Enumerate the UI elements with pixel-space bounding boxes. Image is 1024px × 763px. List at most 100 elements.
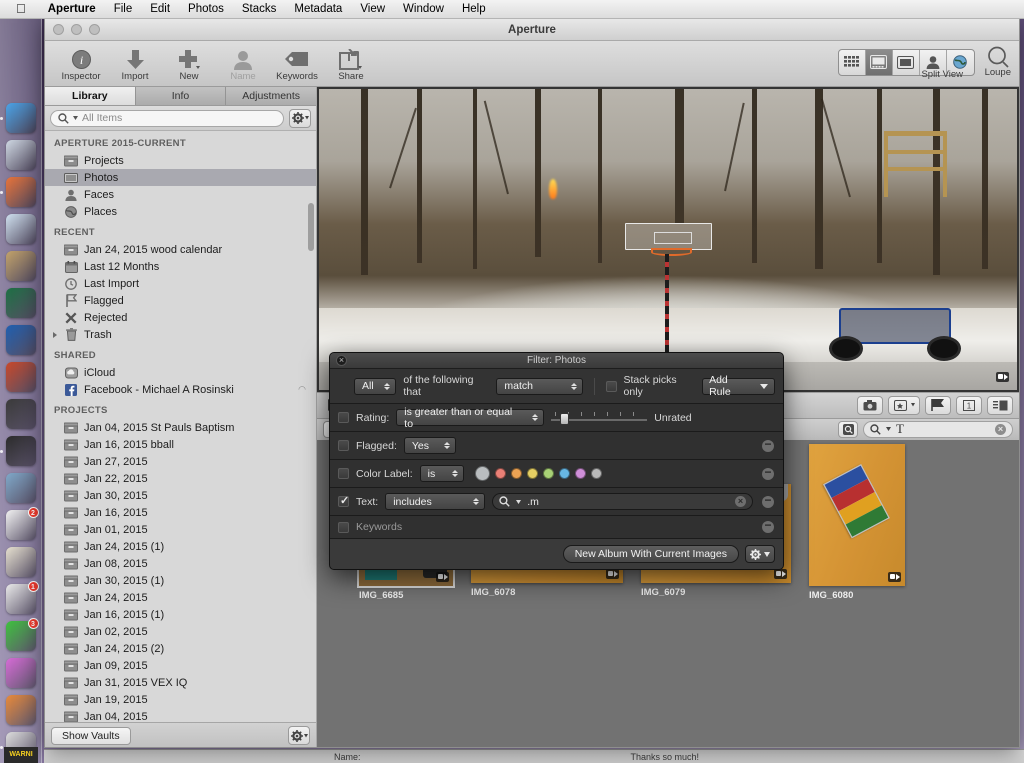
- flagged-operator-popup[interactable]: Yes: [403, 437, 456, 454]
- sidebar-item-jan-01-2015[interactable]: Jan 01, 2015: [45, 521, 316, 538]
- match-scope-popup[interactable]: All: [354, 377, 397, 395]
- color-swatch[interactable]: [526, 468, 538, 479]
- viewer-only-icon[interactable]: [893, 49, 920, 75]
- new-album-button[interactable]: New Album With Current Images: [562, 545, 739, 563]
- sidebar-gear-button[interactable]: [289, 108, 311, 128]
- rating-operator-popup[interactable]: is greater than or equal to: [396, 406, 545, 430]
- toolbar-inspector-button[interactable]: i Inspector: [55, 46, 107, 82]
- color-label-operator-popup[interactable]: is: [419, 465, 464, 482]
- tab-adjustments[interactable]: Adjustments: [226, 87, 317, 105]
- sidebar-item-places[interactable]: Places: [45, 203, 316, 220]
- safari-icon[interactable]: [5, 140, 36, 170]
- warning-app-icon[interactable]: WARNI: [4, 747, 38, 763]
- clear-text-rule-icon[interactable]: ×: [735, 496, 746, 507]
- apple-logo-icon[interactable]: : [16, 2, 26, 15]
- menu-item-file[interactable]: File: [105, 3, 142, 15]
- sidebar-item-jan-22-2015[interactable]: Jan 22, 2015: [45, 470, 316, 487]
- aperture-icon[interactable]: [0, 436, 36, 466]
- sidebar-item-jan-24-2015[interactable]: Jan 24, 2015: [45, 589, 316, 606]
- powerpoint-icon[interactable]: [5, 362, 36, 392]
- viewer-inspector-button[interactable]: [987, 395, 1013, 415]
- rating-slider[interactable]: [551, 411, 648, 425]
- filter-gear-button[interactable]: [745, 545, 775, 563]
- sidebar-item-jan-16-2015[interactable]: Jan 16, 2015: [45, 504, 316, 521]
- photos-icon[interactable]: 1: [5, 581, 39, 614]
- sidebar-item-jan-16-2015-1[interactable]: Jan 16, 2015 (1): [45, 606, 316, 623]
- minimize-window-button[interactable]: [71, 24, 82, 35]
- sidebar-item-jan-30-2015-1[interactable]: Jan 30, 2015 (1): [45, 572, 316, 589]
- remove-keywords-rule-button[interactable]: −: [762, 519, 774, 533]
- menu-item-stacks[interactable]: Stacks: [233, 3, 286, 15]
- sidebar-item-jan-24-2015-1[interactable]: Jan 24, 2015 (1): [45, 538, 316, 555]
- add-rule-button[interactable]: Add Rule: [702, 374, 776, 398]
- messages-icon[interactable]: 3: [5, 618, 39, 651]
- filter-flag-button[interactable]: [925, 395, 951, 415]
- calendar-icon[interactable]: 2: [5, 507, 39, 540]
- color-swatch-group[interactable]: [474, 466, 602, 481]
- remove-text-rule-button[interactable]: −: [762, 494, 774, 508]
- sidebar-item-jan-04-2015-st-pauls-baptism[interactable]: Jan 04, 2015 St Pauls Baptism: [45, 419, 316, 436]
- sidebar-item-trash[interactable]: Trash: [45, 326, 316, 343]
- excel-icon[interactable]: [5, 288, 36, 318]
- sidebar-item-flagged[interactable]: Flagged: [45, 292, 316, 309]
- tab-info[interactable]: Info: [135, 87, 227, 105]
- sidebar-search-input[interactable]: All Items: [50, 109, 284, 127]
- text-rule-checkbox[interactable]: [338, 494, 349, 507]
- sidebar-item-jan-31-2015-vex-iq[interactable]: Jan 31, 2015 VEX IQ: [45, 674, 316, 691]
- sidebar-item-jan-04-2015[interactable]: Jan 04, 2015: [45, 708, 316, 722]
- sidebar-tree[interactable]: APERTURE 2015-CURRENT Projects Photos Faces…: [45, 131, 316, 722]
- main-photo-area[interactable]: [317, 87, 1019, 392]
- color-swatch[interactable]: [494, 468, 506, 479]
- tab-library[interactable]: Library: [45, 87, 136, 105]
- text-operator-popup[interactable]: includes: [385, 493, 486, 510]
- disclosure-triangle-icon[interactable]: [53, 332, 57, 338]
- firefox-icon[interactable]: [0, 177, 36, 207]
- grid-view-icon[interactable]: [839, 49, 866, 75]
- sidebar-item-jan-24-2015-wood-calendar[interactable]: Jan 24, 2015 wood calendar: [45, 241, 316, 258]
- sidebar-item-jan-27-2015[interactable]: Jan 27, 2015: [45, 453, 316, 470]
- menu-item-window[interactable]: Window: [394, 3, 453, 15]
- iphoto-icon[interactable]: [5, 473, 36, 503]
- remove-color-label-rule-button[interactable]: −: [762, 466, 774, 480]
- ibooks-icon[interactable]: [5, 695, 36, 725]
- browser-search-mode-button[interactable]: [838, 420, 858, 438]
- flagged-rule-checkbox[interactable]: [338, 440, 349, 451]
- browser-search-input[interactable]: T ×: [863, 420, 1013, 438]
- sidebar-item-faces[interactable]: Faces: [45, 186, 316, 203]
- text-rule-search-input[interactable]: .m ×: [492, 493, 753, 510]
- sidebar-item-jan-02-2015[interactable]: Jan 02, 2015: [45, 623, 316, 640]
- sidebar-item-last-12-months[interactable]: Last 12 Months: [45, 258, 316, 275]
- color-swatch[interactable]: [590, 468, 602, 479]
- menu-item-help[interactable]: Help: [453, 3, 495, 15]
- sidebar-item-jan-30-2015[interactable]: Jan 30, 2015: [45, 487, 316, 504]
- sidebar-item-facebook-michael-a-rosinski[interactable]: Facebook - Michael A Rosinski ◠: [45, 381, 316, 398]
- color-swatch[interactable]: [510, 468, 522, 479]
- menu-item-photos[interactable]: Photos: [179, 3, 233, 15]
- sidebar-item-photos[interactable]: Photos: [45, 169, 316, 186]
- clear-search-icon[interactable]: ×: [995, 423, 1006, 435]
- sidebar-item-last-import[interactable]: Last Import: [45, 275, 316, 292]
- match-mode-popup[interactable]: match: [496, 377, 583, 395]
- sidebar-item-jan-16-2015-bball[interactable]: Jan 16, 2015 bball: [45, 436, 316, 453]
- toolbar-new-button[interactable]: New: [163, 46, 215, 82]
- finder-icon[interactable]: [0, 103, 36, 133]
- close-window-button[interactable]: [53, 24, 64, 35]
- menu-item-edit[interactable]: Edit: [141, 3, 179, 15]
- menu-item-view[interactable]: View: [351, 3, 394, 15]
- keywords-rule-checkbox[interactable]: [338, 521, 349, 533]
- color-label-rule-checkbox[interactable]: [338, 468, 349, 479]
- menu-item-aperture[interactable]: Aperture: [39, 3, 105, 15]
- sidebar-item-jan-08-2015[interactable]: Jan 08, 2015: [45, 555, 316, 572]
- toolbar-keywords-button[interactable]: Keywords: [271, 46, 323, 82]
- color-swatch[interactable]: [542, 468, 554, 479]
- split-view-icon[interactable]: [865, 49, 893, 75]
- color-swatch[interactable]: [474, 466, 490, 481]
- adjust-metadata-button[interactable]: [888, 395, 920, 415]
- stack-picks-checkbox[interactable]: [605, 380, 617, 392]
- sidebar-item-jan-19-2015[interactable]: Jan 19, 2015: [45, 691, 316, 708]
- contacts-icon[interactable]: [5, 251, 36, 281]
- sidebar-item-projects[interactable]: Projects: [45, 152, 316, 169]
- itunes-icon[interactable]: [5, 658, 36, 688]
- toolbar-import-button[interactable]: Import: [109, 46, 161, 82]
- maps-icon[interactable]: [5, 547, 36, 577]
